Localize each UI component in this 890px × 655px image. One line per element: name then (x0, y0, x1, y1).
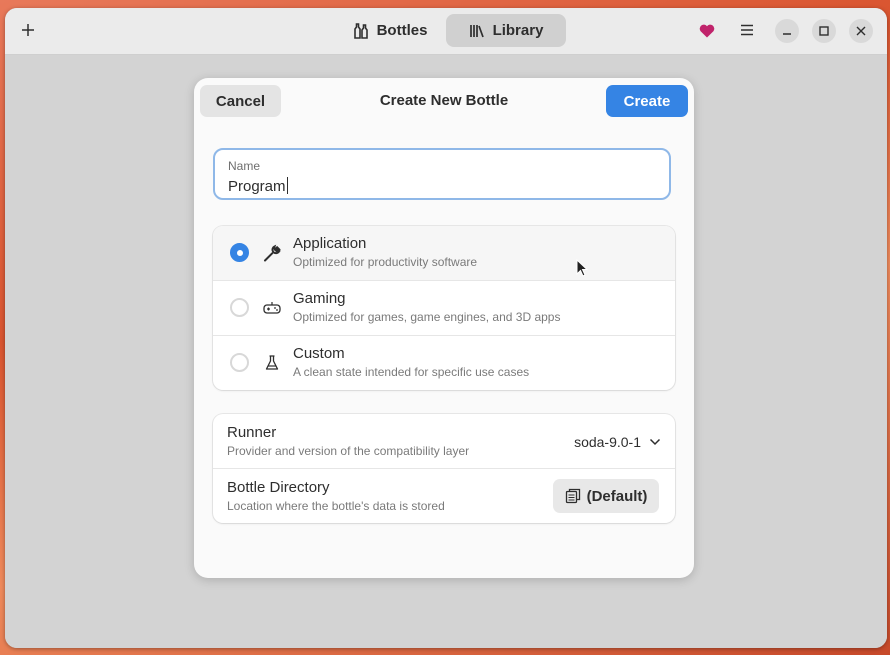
environment-title: Application (293, 235, 367, 252)
name-field-value[interactable]: Program (228, 177, 288, 195)
hamburger-menu-icon (741, 24, 753, 36)
environment-option-gaming[interactable]: Gaming Optimized for games, game engines… (213, 280, 675, 336)
wrench-icon (264, 244, 281, 262)
create-button[interactable]: Create (606, 85, 688, 117)
header-bar: Bottles Library (5, 8, 887, 55)
directory-subtitle: Location where the bottle's data is stor… (227, 499, 445, 513)
chevron-down-icon (649, 438, 661, 446)
directory-title: Bottle Directory (227, 479, 330, 496)
environment-subtitle: A clean state intended for specific use … (293, 365, 530, 379)
main-menu-button[interactable] (733, 16, 761, 44)
runner-title: Runner (227, 424, 277, 441)
close-icon (856, 26, 866, 36)
dialog-title: Create New Bottle (379, 92, 509, 109)
cancel-button[interactable]: Cancel (200, 85, 281, 117)
text-caret (286, 177, 288, 194)
tab-library[interactable]: Library (446, 14, 566, 47)
add-bottle-button[interactable] (13, 15, 43, 45)
name-input-text: Program (228, 178, 286, 195)
tab-bottles[interactable]: Bottles (335, 14, 445, 47)
gamepad-icon (263, 302, 281, 314)
maximize-icon (819, 26, 829, 36)
environment-subtitle: Optimized for productivity software (293, 255, 478, 269)
name-field[interactable]: Name Program (213, 148, 671, 200)
settings-list: Runner Provider and version of the compa… (213, 414, 675, 523)
minimize-button[interactable] (775, 19, 799, 43)
runner-value: soda-9.0-1 (574, 434, 641, 450)
name-field-label: Name (228, 159, 261, 173)
minimize-icon (783, 33, 791, 35)
heart-icon (699, 24, 715, 37)
create-bottle-dialog: Cancel Create New Bottle Create Name Pro… (194, 78, 694, 578)
mouse-pointer-icon (576, 259, 588, 277)
environment-option-custom[interactable]: Custom A clean state intended for specif… (213, 335, 675, 390)
flask-icon (265, 355, 279, 370)
plus-icon (22, 24, 34, 36)
donate-button[interactable] (693, 16, 721, 44)
directory-picker-button[interactable]: (Default) (553, 479, 659, 513)
environment-title: Custom (293, 345, 345, 362)
radio-gaming[interactable] (230, 298, 249, 317)
environment-subtitle: Optimized for games, game engines, and 3… (293, 310, 561, 324)
radio-custom[interactable] (230, 353, 249, 372)
radio-application[interactable] (230, 243, 249, 262)
library-icon (469, 24, 484, 37)
environment-option-application[interactable]: Application Optimized for productivity s… (213, 226, 675, 281)
maximize-button[interactable] (812, 19, 836, 43)
tab-library-label: Library (492, 22, 544, 39)
tab-bottles-label: Bottles (376, 22, 428, 39)
runner-subtitle: Provider and version of the compatibilit… (227, 444, 470, 458)
runner-dropdown[interactable]: soda-9.0-1 (574, 432, 661, 452)
runner-row[interactable]: Runner Provider and version of the compa… (213, 414, 675, 469)
close-button[interactable] (849, 19, 873, 43)
folder-copy-icon (565, 488, 580, 504)
environment-list: Application Optimized for productivity s… (213, 226, 675, 390)
directory-button-label: (Default) (586, 487, 648, 505)
bottles-icon (353, 22, 368, 39)
bottle-directory-row: Bottle Directory Location where the bott… (213, 468, 675, 523)
environment-title: Gaming (293, 290, 346, 307)
